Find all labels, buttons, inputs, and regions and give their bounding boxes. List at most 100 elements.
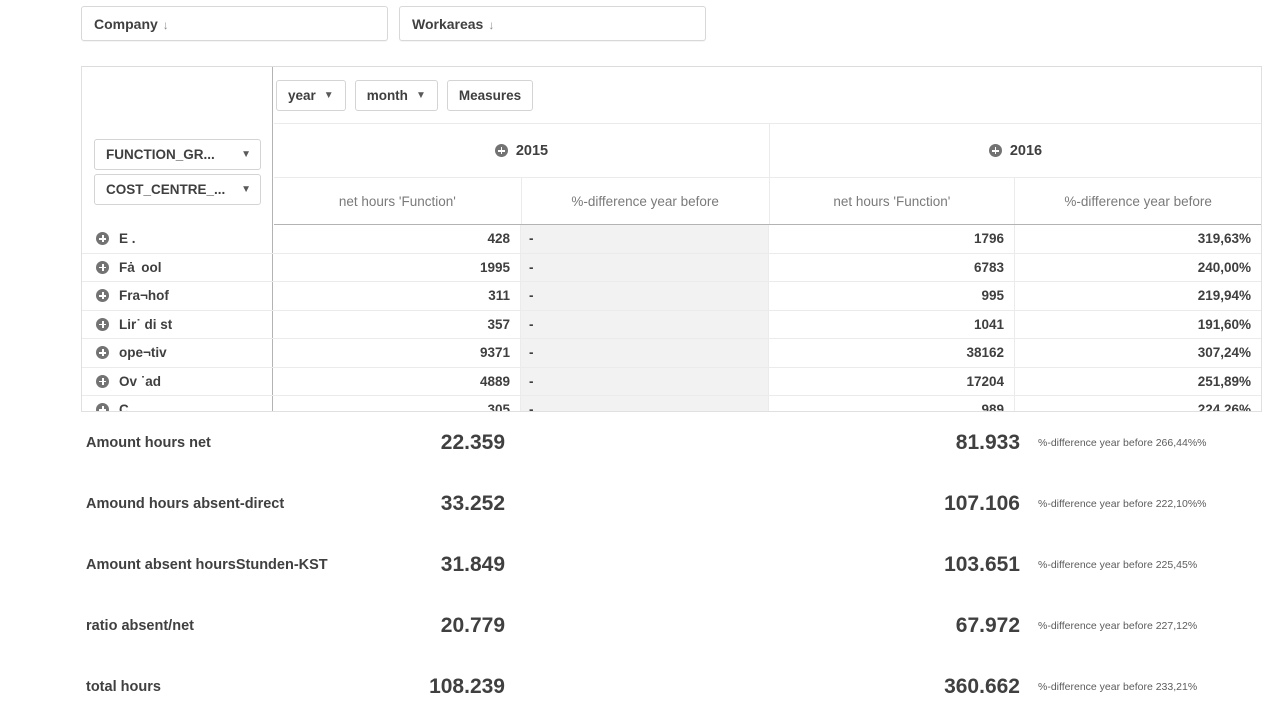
down-arrow-icon: ↓ — [488, 17, 495, 32]
year-header-2015[interactable]: 2015 — [274, 124, 769, 177]
net-hours-2015-cell[interactable]: 305 — [273, 396, 520, 411]
expand-plus-icon[interactable] — [96, 232, 109, 246]
diff-2015-cell[interactable]: - — [520, 310, 768, 338]
kpi-value-2016[interactable]: 103.651 — [845, 553, 1020, 577]
kpi-difference-note[interactable]: %-difference year before 233,21% — [1038, 681, 1197, 693]
diff-2016-cell[interactable]: 251,89% — [1014, 367, 1261, 395]
kpi-label: Amound hours absent-direct — [86, 495, 285, 512]
diff-2016-cell[interactable]: 307,24% — [1014, 339, 1261, 367]
chevron-down-icon: ▼ — [241, 184, 251, 195]
net-hours-2016-cell[interactable]: 989 — [768, 396, 1014, 411]
kpi-value-2015[interactable]: 20.779 — [330, 614, 505, 638]
kpi-value-2015[interactable]: 31.849 — [330, 553, 505, 577]
row-header-cell[interactable]: E . — [82, 225, 273, 253]
kpi-value-2016[interactable]: 81.933 — [845, 431, 1020, 455]
measure-header-net-hours-2015[interactable]: net hours 'Function' — [274, 178, 521, 224]
kpi-row: Amount absent hoursStunden-KST 31.849 103.… — [0, 534, 1277, 595]
net-hours-2016-cell[interactable]: 1041 — [768, 310, 1014, 338]
down-arrow-icon: ↓ — [162, 17, 169, 32]
diff-2015-cell[interactable]: - — [520, 253, 768, 281]
kpi-difference-note[interactable]: %-difference year before 266,44%% — [1038, 437, 1207, 449]
diff-2015-cell[interactable]: - — [520, 367, 768, 395]
row-header-label: Ov ˙ad — [119, 373, 162, 389]
kpi-value-2015[interactable]: 108.239 — [330, 675, 505, 699]
measure-header-diff-2015[interactable]: %-difference year before — [520, 178, 769, 224]
row-dimension-cost-centre-label: COST_CENTRE_... — [106, 182, 226, 197]
kpi-row: Amound hours absent-direct 33.252 107.106%… — [0, 473, 1277, 534]
expand-plus-icon[interactable] — [96, 403, 109, 411]
column-chip-year[interactable]: year ▼ — [276, 79, 346, 111]
row-header-cell[interactable]: ope¬tiv — [82, 339, 273, 367]
diff-2015-cell[interactable]: - — [520, 339, 768, 367]
year-header-2015-label: 2015 — [515, 142, 549, 159]
filter-workareas[interactable]: Workareas ↓ — [399, 6, 706, 41]
net-hours-2015-cell[interactable]: 428 — [273, 225, 520, 253]
kpi-row: Amount hours net 22.359 81.933 %-difference… — [0, 412, 1277, 473]
pivot-body: E . 428-1796 319,63% Fȧ ool 1995-6783 240,00… — [82, 225, 1261, 411]
year-header-row: 2015 2016 — [274, 124, 1261, 178]
diff-2016-cell[interactable]: 191,60% — [1014, 310, 1261, 338]
row-header-cell[interactable]: C... — [82, 396, 273, 411]
kpi-value-2015[interactable]: 33.252 — [330, 492, 505, 516]
diff-2015-cell[interactable]: - — [520, 396, 768, 411]
expand-plus-icon[interactable] — [96, 317, 109, 331]
kpi-list: Amount hours net 22.359 81.933 %-difference… — [0, 412, 1277, 717]
chevron-down-icon: ▼ — [323, 89, 334, 101]
net-hours-2016-cell[interactable]: 17204 — [768, 367, 1014, 395]
filter-company-label: Company — [94, 15, 158, 32]
diff-2015-cell[interactable]: - — [520, 225, 768, 253]
diff-2015-cell[interactable]: - — [520, 282, 768, 310]
table-row[interactable]: Ov ˙ad 4889-17204 251,89% — [82, 367, 1261, 396]
row-header-cell[interactable]: Lir˙ di st — [82, 310, 273, 338]
column-chip-measures[interactable]: Measures — [446, 79, 534, 111]
table-row[interactable]: ope¬tiv 9371-38162 307,24% — [82, 339, 1261, 368]
net-hours-2015-cell[interactable]: 4889 — [273, 368, 520, 396]
kpi-row: total hours 108.239 360.662 %-difference ye… — [0, 656, 1277, 717]
kpi-value-2015[interactable]: 22.359 — [330, 431, 505, 455]
kpi-difference-note[interactable]: %-difference year before 227,12% — [1038, 620, 1197, 632]
net-hours-2015-cell[interactable]: 357 — [273, 311, 520, 339]
kpi-difference-note[interactable]: %-difference year before 222,10%% — [1038, 498, 1207, 510]
kpi-label: Amount absent hoursStunden-KST — [86, 556, 328, 573]
row-header-cell[interactable]: Ov ˙ad — [82, 367, 273, 395]
column-chip-year-label: year — [288, 87, 316, 103]
expand-plus-icon[interactable] — [96, 260, 109, 274]
net-hours-2016-cell[interactable]: 38162 — [768, 339, 1014, 367]
kpi-value-2016[interactable]: 107.106 — [845, 492, 1020, 516]
expand-plus-icon[interactable] — [988, 144, 1002, 157]
row-dimension-function-group[interactable]: FUNCTION_GR... ▼ — [94, 139, 261, 170]
kpi-row: ratio absent/net 20.779 67.972 %-difference… — [0, 595, 1277, 656]
measure-header-net-hours-2016[interactable]: net hours 'Function' — [768, 178, 1015, 224]
expand-plus-icon[interactable] — [96, 289, 109, 303]
filter-company[interactable]: Company ↓ — [81, 6, 388, 41]
kpi-difference-note[interactable]: %-difference year before 225,45% — [1038, 559, 1197, 571]
measure-header-row: net hours 'Function' %-difference year b… — [274, 178, 1261, 225]
measure-header-diff-2016[interactable]: %-difference year before — [1014, 178, 1261, 224]
table-row[interactable]: Fra¬hof 311-995 219,94% — [82, 282, 1261, 311]
diff-2016-cell[interactable]: 219,94% — [1014, 282, 1261, 310]
net-hours-2015-cell[interactable]: 1995 — [273, 254, 520, 282]
kpi-value-2016[interactable]: 360.662 — [845, 675, 1020, 699]
diff-2016-cell[interactable]: 319,63% — [1014, 225, 1261, 253]
column-chip-month[interactable]: month ▼ — [354, 79, 438, 111]
kpi-value-2016[interactable]: 67.972 — [845, 614, 1020, 638]
table-row[interactable]: E . 428-1796 319,63% — [82, 225, 1261, 254]
expand-plus-icon[interactable] — [96, 346, 109, 360]
table-row[interactable]: Lir˙ di st 357-1041 191,60% — [82, 310, 1261, 339]
diff-2016-cell[interactable]: 240,00% — [1014, 253, 1261, 281]
net-hours-2015-cell[interactable]: 311 — [273, 282, 520, 310]
table-row[interactable]: C... 305-989 224,26% — [82, 396, 1261, 411]
net-hours-2016-cell[interactable]: 6783 — [768, 253, 1014, 281]
row-header-label: ope¬tiv — [119, 345, 167, 361]
net-hours-2015-cell[interactable]: 9371 — [273, 339, 520, 367]
net-hours-2016-cell[interactable]: 1796 — [768, 225, 1014, 253]
row-header-cell[interactable]: Fra¬hof — [82, 282, 273, 310]
table-row[interactable]: Fȧ ool 1995-6783 240,00% — [82, 253, 1261, 282]
year-header-2016[interactable]: 2016 — [769, 124, 1261, 177]
expand-plus-icon[interactable] — [96, 374, 109, 388]
row-header-cell[interactable]: Fȧ ool — [82, 253, 273, 281]
row-dimension-cost-centre[interactable]: COST_CENTRE_... ▼ — [94, 174, 261, 205]
diff-2016-cell[interactable]: 224,26% — [1014, 396, 1261, 411]
expand-plus-icon[interactable] — [494, 144, 508, 157]
net-hours-2016-cell[interactable]: 995 — [768, 282, 1014, 310]
